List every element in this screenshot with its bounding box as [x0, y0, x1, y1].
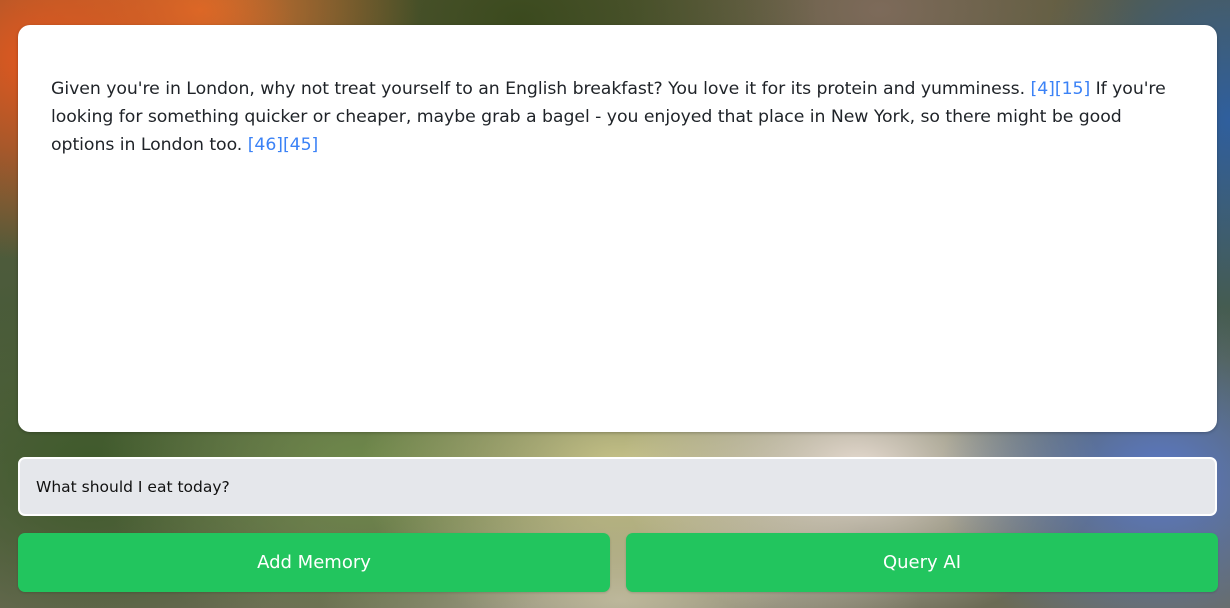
- query-input[interactable]: [18, 457, 1217, 516]
- citation-link[interactable]: [15]: [1055, 79, 1090, 99]
- citation-link[interactable]: [45]: [283, 135, 318, 155]
- response-text: Given you're in London, why not treat yo…: [51, 75, 1185, 159]
- response-text-part: Given you're in London, why not treat yo…: [51, 79, 1031, 99]
- query-ai-button[interactable]: Query AI: [626, 533, 1218, 592]
- response-card: Given you're in London, why not treat yo…: [18, 25, 1217, 432]
- citation-link[interactable]: [4]: [1031, 79, 1055, 99]
- add-memory-button[interactable]: Add Memory: [18, 533, 610, 592]
- citation-link[interactable]: [46]: [248, 135, 283, 155]
